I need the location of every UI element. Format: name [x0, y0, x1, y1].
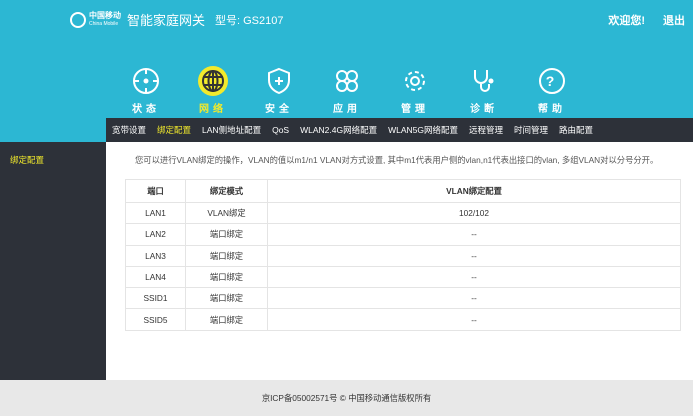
help-icon: ?: [539, 68, 565, 94]
menu-diagnosis[interactable]: 诊断: [454, 66, 514, 115]
sub-nav: 宽带设置 绑定配置 LAN侧地址配置 QoS WLAN2.4G网络配置 WLAN…: [106, 118, 693, 142]
logout-link[interactable]: 退出: [663, 12, 685, 28]
port: LAN2: [125, 223, 186, 246]
subnav-binding[interactable]: 绑定配置: [157, 124, 191, 136]
menu-help[interactable]: ? 帮助: [522, 66, 582, 115]
vlan: --: [267, 287, 681, 310]
col-mode: 绑定模式: [185, 179, 268, 203]
col-port: 端口: [125, 179, 186, 203]
table-row[interactable]: LAN1 VLAN绑定 102/102: [125, 201, 681, 225]
footer: 京ICP备05002571号 © 中国移动通信版权所有: [0, 380, 693, 416]
sidebar-item-binding[interactable]: 绑定配置: [0, 142, 106, 166]
menu-label: 帮助: [538, 104, 566, 115]
menu-apps[interactable]: 应用: [317, 66, 377, 115]
table-header: 端口 绑定模式 VLAN绑定配置: [125, 179, 681, 203]
subnav-route[interactable]: 路由配置: [559, 124, 593, 136]
menu-status[interactable]: 状态: [116, 66, 176, 115]
subnav-broadband[interactable]: 宽带设置: [112, 124, 146, 136]
subnav-lan-address[interactable]: LAN侧地址配置: [202, 124, 261, 136]
shield-icon: [268, 67, 290, 95]
logo-cn: 中国移动: [89, 10, 121, 20]
mode: 端口绑定: [185, 287, 268, 310]
description: 您可以进行VLAN绑定的操作，VLAN的值以m1/n1 VLAN对方式设置, 其…: [135, 155, 659, 165]
menu-label: 诊断: [470, 104, 498, 115]
menu-label: 应用: [333, 104, 361, 115]
logo: 中国移动 China Mobile 智能家庭网关 型号: GS2107: [70, 10, 284, 29]
stethoscope-icon: [474, 70, 494, 92]
sidebar: 绑定配置: [0, 142, 106, 380]
col-vlan: VLAN绑定配置: [267, 179, 681, 203]
mode: 端口绑定: [185, 265, 268, 289]
apps-icon: [336, 70, 358, 92]
gear-icon: [405, 71, 425, 91]
mode: VLAN绑定: [185, 201, 268, 225]
subnav-qos[interactable]: QoS: [272, 125, 289, 135]
subnav-remote[interactable]: 远程管理: [469, 124, 503, 136]
menu-label: 安全: [265, 104, 293, 115]
welcome-text: 欢迎您!: [608, 15, 645, 27]
menu-label: 状态: [132, 104, 160, 115]
mode: 端口绑定: [185, 223, 268, 246]
table-row[interactable]: SSID5 端口绑定 --: [125, 308, 681, 331]
vlan: --: [267, 308, 681, 331]
table-row[interactable]: LAN4 端口绑定 --: [125, 265, 681, 289]
subnav-wlan24[interactable]: WLAN2.4G网络配置: [300, 124, 377, 136]
table-row[interactable]: LAN3 端口绑定 --: [125, 244, 681, 267]
port: SSID1: [125, 287, 186, 310]
menu-management[interactable]: 管理: [385, 66, 445, 115]
vlan: --: [267, 223, 681, 246]
model-label: 型号: GS2107: [215, 14, 284, 27]
menu-label: 管理: [401, 104, 429, 115]
port: LAN4: [125, 265, 186, 289]
china-mobile-logo-icon: [70, 11, 86, 28]
product-name: 智能家庭网关: [127, 13, 206, 28]
menu-network[interactable]: 网络: [183, 66, 243, 115]
vlan: --: [267, 265, 681, 289]
subnav-wlan5[interactable]: WLAN5G网络配置: [388, 124, 458, 136]
logo-en: China Mobile: [89, 20, 119, 27]
table-row[interactable]: SSID1 端口绑定 --: [125, 287, 681, 310]
vlan: 102/102: [267, 201, 681, 225]
port: LAN3: [125, 244, 186, 267]
menu-label: 网络: [199, 104, 227, 115]
mode: 端口绑定: [185, 244, 268, 267]
binding-table: 端口 绑定模式 VLAN绑定配置 LAN1 VLAN绑定 102/102 LAN2 端…: [125, 179, 681, 331]
status-icon: [133, 68, 159, 94]
subnav-time[interactable]: 时间管理: [514, 124, 548, 136]
menu-security[interactable]: 安全: [249, 66, 309, 115]
port: LAN1: [125, 201, 186, 225]
port: SSID5: [125, 308, 186, 331]
globe-icon: [198, 66, 228, 96]
mode: 端口绑定: [185, 308, 268, 331]
svg-text:?: ?: [546, 73, 559, 89]
table-row[interactable]: LAN2 端口绑定 --: [125, 223, 681, 246]
vlan: --: [267, 244, 681, 267]
